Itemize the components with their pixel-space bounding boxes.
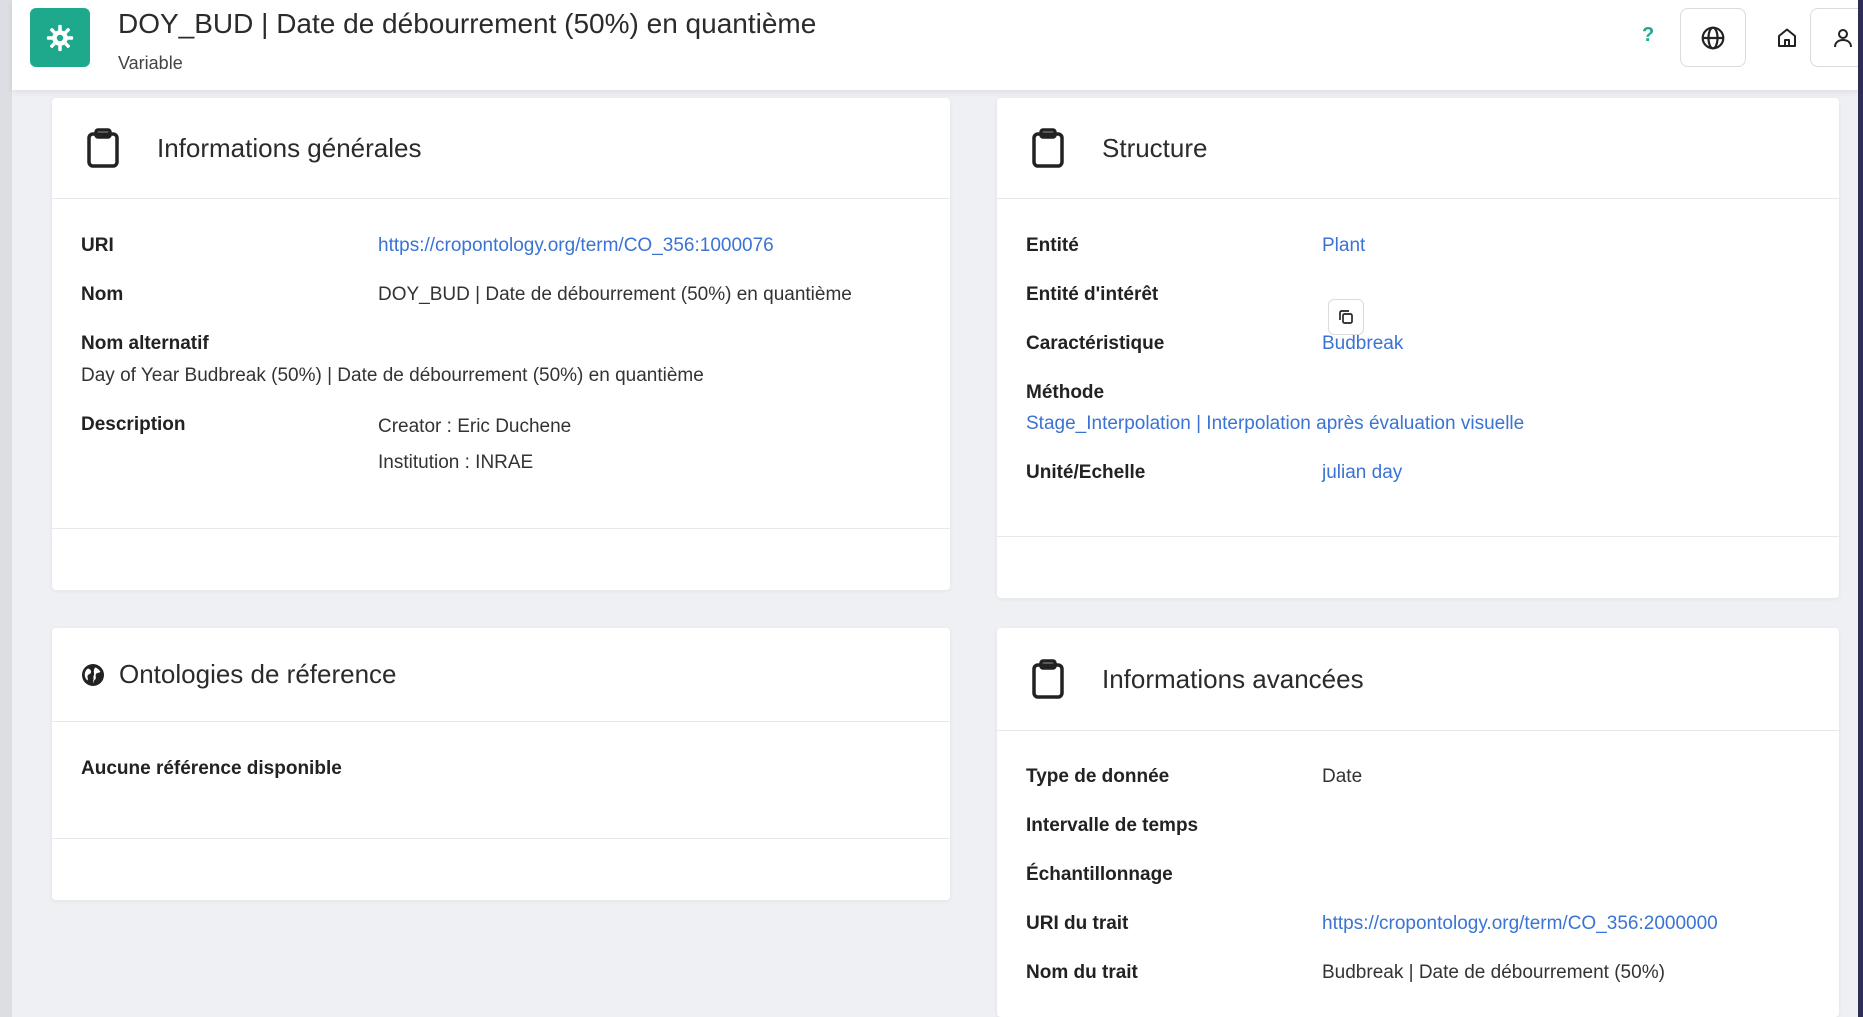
unit-link[interactable]: julian day (1322, 462, 1402, 484)
general-info-card: Informations générales URI https://cropo… (52, 98, 950, 590)
no-reference-message: Aucune référence disponible (81, 758, 342, 779)
scrollbar[interactable] (1858, 0, 1863, 1017)
language-button[interactable] (1680, 8, 1746, 67)
time-interval-label: Intervalle de temps (1026, 815, 1199, 836)
method-link[interactable]: Stage_Interpolation | Interpolation aprè… (1026, 413, 1524, 435)
globe-icon (1701, 26, 1725, 49)
name-label: Nom (81, 284, 124, 305)
description-line: Creator : Eric Duchene (378, 416, 572, 437)
copy-button[interactable] (1328, 299, 1364, 335)
card-title: Ontologies de réference (119, 659, 397, 689)
uri-label: URI (81, 235, 114, 256)
card-divider (52, 838, 950, 839)
trait-uri-link[interactable]: https://cropontology.org/term/CO_356:200… (1322, 913, 1718, 935)
characteristic-label: Caractéristique (1026, 333, 1165, 354)
clipboard-icon (1028, 659, 1068, 699)
globe-solid-icon (81, 663, 105, 687)
advanced-info-header: Informations avancées (997, 628, 1839, 731)
clipboard-icon (83, 128, 123, 168)
general-info-header: Informations générales (52, 98, 950, 199)
uri-link[interactable]: https://cropontology.org/term/CO_356:100… (378, 235, 774, 257)
help-button[interactable]: ? (1642, 24, 1654, 47)
user-button[interactable] (1810, 8, 1858, 67)
home-icon (1778, 28, 1796, 47)
entity-label: Entité (1026, 235, 1079, 256)
alt-name-label: Nom alternatif (81, 333, 209, 354)
home-button[interactable] (1762, 8, 1812, 67)
data-type-label: Type de donnée (1026, 766, 1170, 787)
trait-name-value: Budbreak | Date de débourrement (50%) (1322, 962, 1665, 983)
description-line: Institution : INRAE (378, 452, 534, 473)
sampling-label: Échantillonnage (1026, 864, 1173, 885)
characteristic-link[interactable]: Budbreak (1322, 333, 1403, 355)
card-divider (997, 536, 1839, 537)
page-header: DOY_BUD | Date de débourrement (50%) en … (12, 0, 1858, 90)
card-divider (52, 528, 950, 529)
page-title: DOY_BUD | Date de débourrement (50%) en … (118, 8, 817, 39)
left-edge (0, 0, 12, 1017)
unit-label: Unité/Echelle (1026, 462, 1146, 483)
page-subtitle: Variable (118, 53, 183, 73)
ontologies-card: Ontologies de réference Aucune référence… (52, 628, 950, 900)
user-icon (1834, 28, 1852, 47)
trait-name-label: Nom du trait (1026, 962, 1138, 983)
ontologies-header: Ontologies de réference (52, 628, 950, 722)
structure-header: Structure (997, 98, 1839, 199)
method-label: Méthode (1026, 382, 1105, 403)
card-title: Structure (1102, 132, 1208, 163)
advanced-info-card: Informations avancées Type de donnée Dat… (997, 628, 1839, 1017)
alt-name-value: Day of Year Budbreak (50%) | Date de déb… (81, 365, 704, 386)
description-label: Description (81, 414, 186, 435)
card-title: Informations avancées (1102, 663, 1364, 694)
name-value: DOY_BUD | Date de débourrement (50%) en … (378, 284, 852, 305)
entity-link[interactable]: Plant (1322, 235, 1365, 257)
copy-icon (1339, 310, 1353, 324)
card-title: Informations générales (157, 132, 422, 163)
trait-uri-label: URI du trait (1026, 913, 1129, 934)
gear-icon (46, 24, 74, 51)
data-type-value: Date (1322, 766, 1363, 787)
clipboard-icon (1028, 128, 1068, 168)
entity-interest-label: Entité d'intérêt (1026, 284, 1159, 305)
structure-card: Structure Entité Plant Entité d'intérêt … (997, 98, 1839, 598)
variable-badge (30, 8, 90, 67)
